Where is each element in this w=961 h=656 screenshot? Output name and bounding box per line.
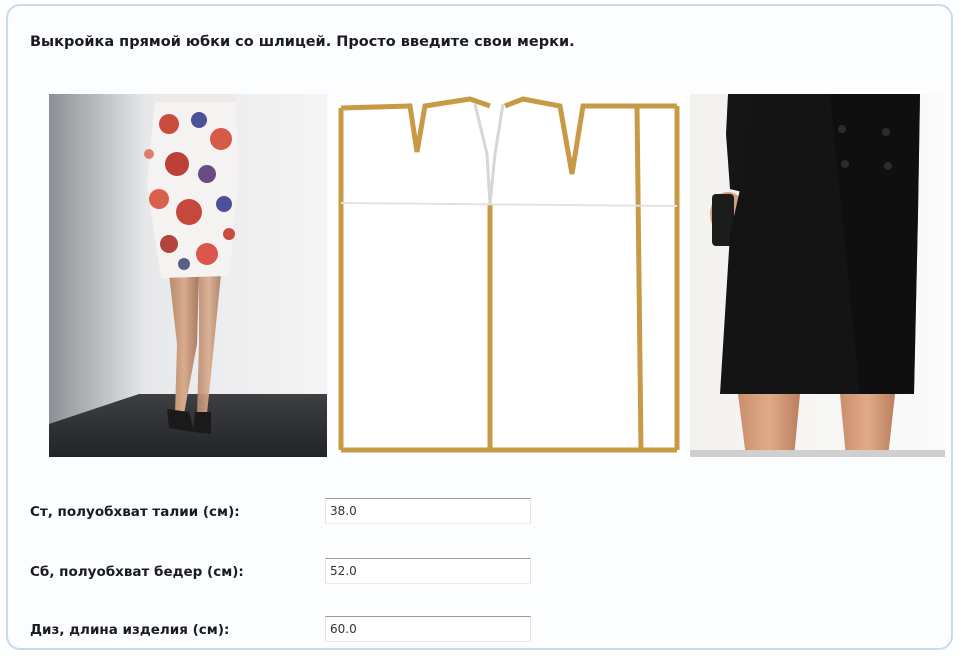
- waist-input[interactable]: [325, 498, 531, 524]
- hips-input[interactable]: [325, 558, 531, 584]
- hips-label: Сб, полуобхват бедер (см):: [30, 564, 244, 580]
- page-title: Выкройка прямой юбки со шлицей. Просто в…: [30, 34, 575, 50]
- skirt-pattern-drawing: [335, 94, 685, 457]
- length-label: Диз, длина изделия (см):: [30, 622, 230, 638]
- length-input[interactable]: [325, 616, 531, 642]
- waist-label: Ст, полуобхват талии (см):: [30, 504, 240, 520]
- black-skirt-photo: [690, 94, 945, 457]
- floral-skirt-photo: [49, 94, 327, 457]
